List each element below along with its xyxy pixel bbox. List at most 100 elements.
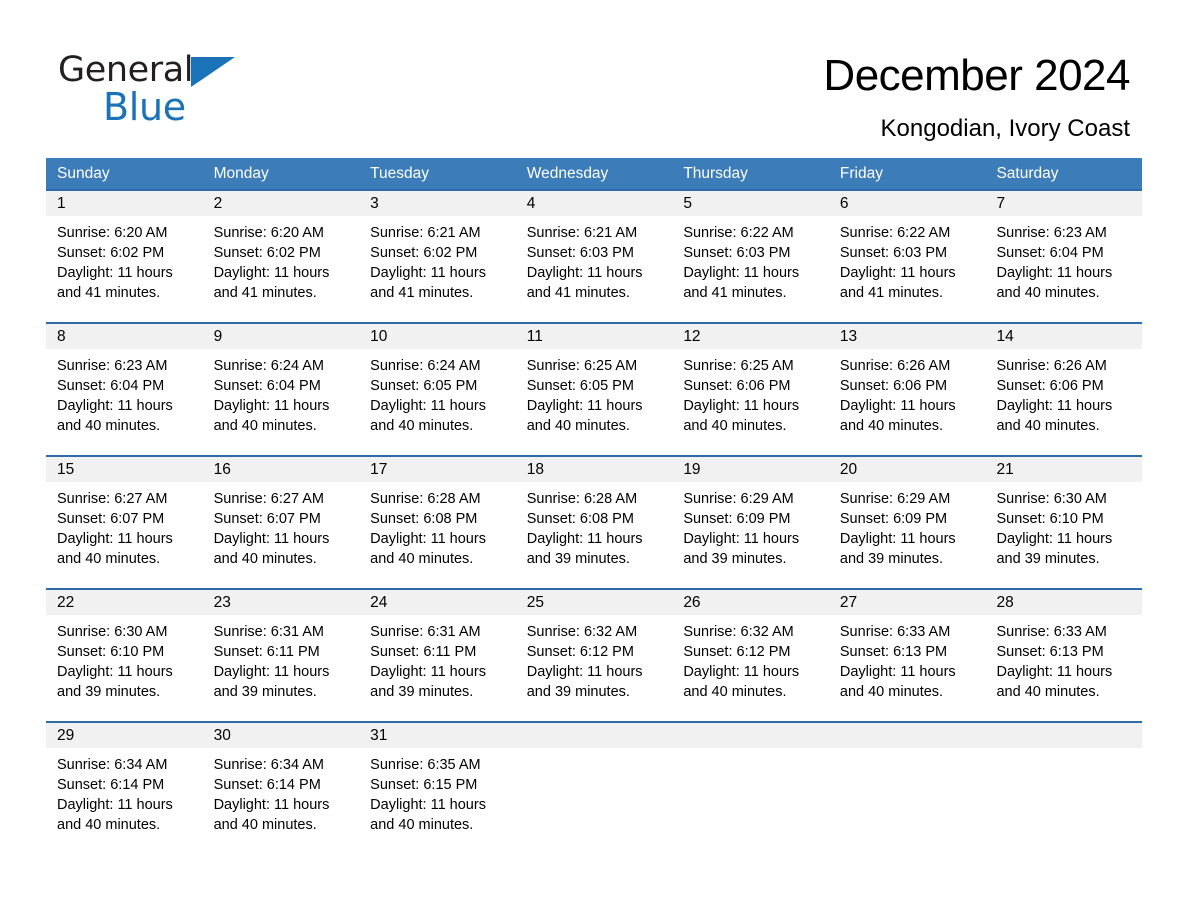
day-cell[interactable]: 25 Sunrise: 6:32 AM Sunset: 6:12 PM Dayligh… (515, 590, 673, 721)
day-cell[interactable]: 19 Sunrise: 6:29 AM Sunset: 6:09 PM Dayligh… (672, 457, 829, 588)
sunset-text: Sunset: 6:08 PM (526, 511, 634, 527)
day-number-band: 27 (828, 590, 986, 615)
sunset-text: Sunset: 6:10 PM (57, 644, 165, 660)
day-cell[interactable]: 30 Sunrise: 6:34 AM Sunset: 6:14 PM Dayligh… (202, 723, 360, 841)
daylight-text: Daylight: 11 hours and 41 minutes. (526, 265, 643, 301)
daylight-text: Daylight: 11 hours and 39 minutes. (57, 664, 173, 700)
day-details: Sunrise: 6:23 AM Sunset: 6:04 PM Daylight:… (985, 216, 1142, 303)
day-cell[interactable]: 31 Sunrise: 6:35 AM Sunset: 6:15 PM Dayligh… (359, 723, 516, 841)
weekday-tuesday: Tuesday (370, 165, 430, 182)
day-details: Sunrise: 6:34 AM Sunset: 6:14 PM Daylight:… (203, 748, 360, 835)
day-details: Sunrise: 6:30 AM Sunset: 6:10 PM Daylight:… (46, 615, 203, 702)
day-number-band: 30 (202, 723, 360, 748)
daylight-text: Daylight: 11 hours and 40 minutes. (683, 664, 800, 700)
day-number-band: 14 (985, 324, 1143, 349)
sunrise-text: Sunrise: 6:32 AM (683, 624, 794, 640)
sunset-text: Sunset: 6:03 PM (839, 245, 948, 261)
day-number: 30 (213, 727, 231, 744)
sunrise-text: Sunrise: 6:32 AM (526, 624, 638, 640)
day-details: Sunrise: 6:33 AM Sunset: 6:13 PM Daylight:… (985, 615, 1142, 702)
day-details: Sunrise: 6:21 AM Sunset: 6:02 PM Daylight:… (359, 216, 516, 303)
day-cell[interactable]: 15 Sunrise: 6:27 AM Sunset: 6:07 PM Dayligh… (46, 457, 203, 588)
day-cell[interactable]: 12 Sunrise: 6:25 AM Sunset: 6:06 PM Dayligh… (672, 324, 829, 455)
daylight-text: Daylight: 11 hours and 40 minutes. (996, 664, 1113, 700)
daylight-text: Daylight: 11 hours and 39 minutes. (996, 531, 1113, 567)
day-cell[interactable]: 24 Sunrise: 6:31 AM Sunset: 6:11 PM Dayligh… (359, 590, 516, 721)
day-cell[interactable]: 21 Sunrise: 6:30 AM Sunset: 6:10 PM Dayligh… (985, 457, 1143, 588)
day-cell[interactable]: 7 Sunrise: 6:23 AM Sunset: 6:04 PM Daylight… (985, 191, 1143, 322)
day-number: 15 (57, 461, 75, 478)
daylight-text: Daylight: 11 hours and 40 minutes. (683, 398, 800, 434)
calendar-week-row: 15 Sunrise: 6:27 AM Sunset: 6:07 PM Dayligh… (46, 455, 1143, 588)
day-cell[interactable]: 22 Sunrise: 6:30 AM Sunset: 6:10 PM Dayligh… (46, 590, 203, 721)
day-number: 4 (526, 195, 536, 212)
day-cell[interactable]: 16 Sunrise: 6:27 AM Sunset: 6:07 PM Dayligh… (202, 457, 360, 588)
day-cell[interactable]: 28 Sunrise: 6:33 AM Sunset: 6:13 PM Dayligh… (985, 590, 1143, 721)
daylight-text: Daylight: 11 hours and 40 minutes. (57, 531, 173, 567)
day-cell[interactable]: 3 Sunrise: 6:21 AM Sunset: 6:02 PM Daylight… (359, 191, 516, 322)
day-cell[interactable]: 5 Sunrise: 6:22 AM Sunset: 6:03 PM Daylight… (672, 191, 829, 322)
day-number-band: 23 (202, 590, 360, 615)
day-details: Sunrise: 6:26 AM Sunset: 6:06 PM Daylight:… (985, 349, 1142, 436)
day-cell[interactable]: 18 Sunrise: 6:28 AM Sunset: 6:08 PM Dayligh… (515, 457, 673, 588)
day-cell[interactable]: 6 Sunrise: 6:22 AM Sunset: 6:03 PM Daylight… (828, 191, 986, 322)
day-details: Sunrise: 6:28 AM Sunset: 6:08 PM Daylight:… (359, 482, 516, 569)
day-number: 27 (839, 594, 858, 611)
day-number-band: 31 (359, 723, 516, 748)
day-number-band: 16 (202, 457, 360, 482)
sunrise-text: Sunrise: 6:27 AM (57, 491, 168, 507)
sunrise-text: Sunrise: 6:28 AM (526, 491, 638, 507)
day-details: Sunrise: 6:33 AM Sunset: 6:13 PM Daylight:… (829, 615, 986, 702)
daylight-text: Daylight: 11 hours and 40 minutes. (526, 398, 643, 434)
general-blue-logo[interactable]: General Blue (58, 50, 358, 128)
sunset-text: Sunset: 6:04 PM (57, 378, 165, 394)
daylight-text: Daylight: 11 hours and 41 minutes. (839, 265, 956, 301)
triangle-logo-icon (191, 57, 236, 87)
day-cell[interactable]: 2 Sunrise: 6:20 AM Sunset: 6:02 PM Daylight… (202, 191, 360, 322)
sunset-text: Sunset: 6:02 PM (57, 245, 165, 261)
day-number-band: 25 (515, 590, 673, 615)
day-cell[interactable]: 27 Sunrise: 6:33 AM Sunset: 6:13 PM Dayligh… (828, 590, 986, 721)
day-cell[interactable]: 29 Sunrise: 6:34 AM Sunset: 6:14 PM Dayligh… (46, 723, 203, 841)
day-cell[interactable]: 9 Sunrise: 6:24 AM Sunset: 6:04 PM Daylight… (202, 324, 360, 455)
day-number-band: 2 (202, 191, 360, 216)
day-number-band: 5 (672, 191, 829, 216)
daylight-text: Daylight: 11 hours and 40 minutes. (57, 398, 173, 434)
sunset-text: Sunset: 6:03 PM (526, 245, 634, 261)
day-cell[interactable]: 17 Sunrise: 6:28 AM Sunset: 6:08 PM Dayligh… (359, 457, 516, 588)
day-cell[interactable]: 8 Sunrise: 6:23 AM Sunset: 6:04 PM Daylight… (46, 324, 203, 455)
day-cell[interactable]: 26 Sunrise: 6:32 AM Sunset: 6:12 PM Dayligh… (672, 590, 829, 721)
sunset-text: Sunset: 6:02 PM (213, 245, 321, 261)
day-cell[interactable]: 11 Sunrise: 6:25 AM Sunset: 6:05 PM Dayligh… (515, 324, 673, 455)
day-number: 18 (526, 461, 544, 478)
sunset-text: Sunset: 6:06 PM (683, 378, 791, 394)
day-number: 29 (57, 727, 75, 744)
sunset-text: Sunset: 6:09 PM (839, 511, 948, 527)
day-cell[interactable]: 4 Sunrise: 6:21 AM Sunset: 6:03 PM Daylight… (515, 191, 673, 322)
sunrise-text: Sunrise: 6:33 AM (996, 624, 1107, 640)
logo-word-general: General (58, 50, 194, 90)
day-cell[interactable]: 10 Sunrise: 6:24 AM Sunset: 6:05 PM Dayligh… (359, 324, 516, 455)
day-details: Sunrise: 6:20 AM Sunset: 6:02 PM Daylight:… (46, 216, 203, 303)
day-cell[interactable]: 14 Sunrise: 6:26 AM Sunset: 6:06 PM Dayligh… (985, 324, 1143, 455)
day-number-band: 13 (828, 324, 986, 349)
day-number-band: 18 (515, 457, 673, 482)
day-cell[interactable]: 23 Sunrise: 6:31 AM Sunset: 6:11 PM Dayligh… (202, 590, 360, 721)
day-number-band: 29 (46, 723, 203, 748)
day-cell[interactable]: 20 Sunrise: 6:29 AM Sunset: 6:09 PM Dayligh… (828, 457, 986, 588)
sunset-text: Sunset: 6:13 PM (839, 644, 948, 660)
day-number-band: 17 (359, 457, 516, 482)
day-number: 2 (213, 195, 223, 212)
daylight-text: Daylight: 11 hours and 39 minutes. (683, 531, 800, 567)
day-cell[interactable]: 13 Sunrise: 6:26 AM Sunset: 6:06 PM Dayligh… (828, 324, 986, 455)
daylight-text: Daylight: 11 hours and 40 minutes. (213, 531, 330, 567)
sunrise-text: Sunrise: 6:28 AM (370, 491, 481, 507)
sunrise-text: Sunrise: 6:23 AM (996, 225, 1107, 241)
day-cell[interactable]: 1 Sunrise: 6:20 AM Sunset: 6:02 PM Daylight… (46, 191, 203, 322)
day-number: 23 (213, 594, 231, 611)
day-details: Sunrise: 6:20 AM Sunset: 6:02 PM Daylight:… (203, 216, 360, 303)
day-number-band: 20 (828, 457, 986, 482)
day-details: Sunrise: 6:22 AM Sunset: 6:03 PM Daylight:… (829, 216, 986, 303)
sunset-text: Sunset: 6:12 PM (526, 644, 634, 660)
sunrise-text: Sunrise: 6:24 AM (213, 358, 324, 374)
